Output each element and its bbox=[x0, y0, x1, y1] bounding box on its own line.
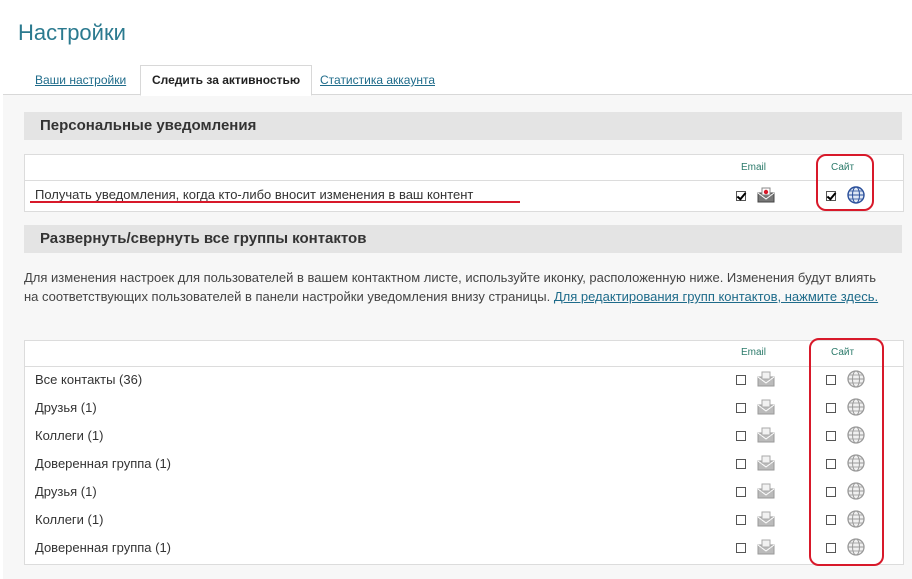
email-checkbox[interactable] bbox=[736, 375, 746, 385]
group-label: Коллеги (1) bbox=[35, 512, 104, 527]
contact-groups-table: Email Сайт Все контакты (36) Друзья (1) … bbox=[24, 340, 904, 565]
mail-icon[interactable] bbox=[757, 455, 775, 471]
group-label: Коллеги (1) bbox=[35, 428, 104, 443]
email-checkbox[interactable] bbox=[736, 487, 746, 497]
globe-icon[interactable] bbox=[847, 398, 865, 416]
group-row: Коллеги (1) bbox=[25, 424, 903, 452]
email-checkbox[interactable] bbox=[736, 515, 746, 525]
group-row: Друзья (1) bbox=[25, 396, 903, 424]
globe-icon[interactable] bbox=[847, 454, 865, 472]
tab-your-settings[interactable]: Ваши настройки bbox=[35, 66, 126, 94]
email-checkbox[interactable] bbox=[736, 431, 746, 441]
mail-icon[interactable] bbox=[757, 371, 775, 387]
group-label: Все контакты (36) bbox=[35, 372, 143, 387]
email-checkbox[interactable] bbox=[736, 543, 746, 553]
globe-icon[interactable] bbox=[847, 370, 865, 388]
group-row: Доверенная группа (1) bbox=[25, 536, 903, 564]
globe-icon[interactable] bbox=[847, 482, 865, 500]
site-checkbox[interactable] bbox=[826, 459, 836, 469]
personal-notifications-table: Email Сайт Получать уведомления, когда к… bbox=[24, 154, 904, 212]
mail-icon[interactable] bbox=[757, 399, 775, 415]
tab-account-stats[interactable]: Статистика аккаунта bbox=[320, 66, 435, 94]
site-checkbox[interactable] bbox=[826, 403, 836, 413]
contact-groups-header[interactable]: Развернуть/свернуть все группы контактов bbox=[24, 225, 902, 253]
site-column-header: Сайт bbox=[831, 347, 855, 358]
group-row: Все контакты (36) bbox=[25, 368, 903, 396]
table-divider bbox=[25, 366, 903, 367]
site-checkbox[interactable] bbox=[826, 431, 836, 441]
group-row: Доверенная группа (1) bbox=[25, 452, 903, 480]
site-column-header: Сайт bbox=[831, 162, 855, 173]
email-checkbox[interactable] bbox=[736, 403, 746, 413]
change-notification-label: Получать уведомления, когда кто-либо вно… bbox=[35, 187, 474, 202]
tab-activity[interactable]: Следить за активностью bbox=[140, 65, 313, 96]
globe-icon[interactable] bbox=[847, 538, 865, 556]
site-checkbox[interactable] bbox=[826, 191, 836, 201]
email-column-header: Email bbox=[741, 162, 767, 173]
mail-icon[interactable] bbox=[757, 483, 775, 499]
personal-notifications-header: Персональные уведомления bbox=[24, 112, 902, 140]
page-title: Настройки bbox=[18, 20, 126, 45]
groups-description: Для изменения настроек для пользователей… bbox=[24, 268, 894, 306]
email-checkbox[interactable] bbox=[736, 191, 746, 201]
email-checkbox[interactable] bbox=[736, 459, 746, 469]
group-label: Доверенная группа (1) bbox=[35, 540, 172, 555]
mail-icon[interactable] bbox=[757, 539, 775, 555]
site-checkbox[interactable] bbox=[826, 487, 836, 497]
globe-icon[interactable] bbox=[847, 510, 865, 528]
group-row: Друзья (1) bbox=[25, 480, 903, 508]
site-checkbox[interactable] bbox=[826, 515, 836, 525]
group-label: Друзья (1) bbox=[35, 484, 97, 499]
group-label: Доверенная группа (1) bbox=[35, 456, 172, 471]
group-label: Друзья (1) bbox=[35, 400, 97, 415]
mail-icon[interactable] bbox=[757, 511, 775, 527]
site-checkbox[interactable] bbox=[826, 543, 836, 553]
table-row: Получать уведомления, когда кто-либо вно… bbox=[25, 181, 903, 211]
highlight-underline bbox=[30, 201, 520, 203]
email-column-header: Email bbox=[741, 347, 767, 358]
mail-icon[interactable] bbox=[757, 187, 775, 203]
globe-icon[interactable] bbox=[847, 186, 865, 204]
site-checkbox[interactable] bbox=[826, 375, 836, 385]
group-row: Коллеги (1) bbox=[25, 508, 903, 536]
contact-groups-header-text: Развернуть/свернуть все группы контактов bbox=[40, 230, 367, 247]
mail-icon[interactable] bbox=[757, 427, 775, 443]
globe-icon[interactable] bbox=[847, 426, 865, 444]
edit-groups-link[interactable]: Для редактирования групп контактов, нажм… bbox=[554, 289, 878, 304]
